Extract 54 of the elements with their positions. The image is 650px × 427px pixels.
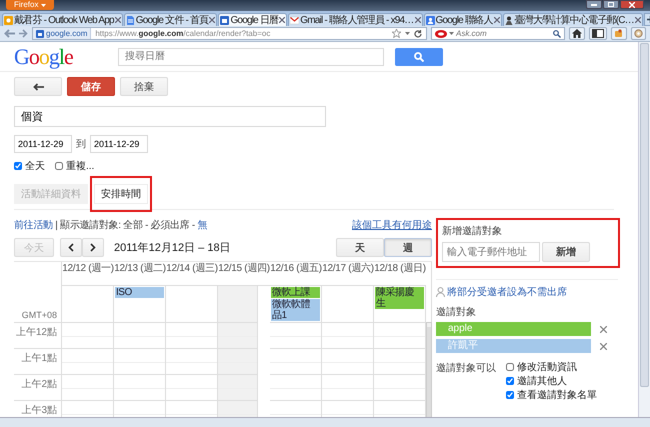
day-header[interactable]: 12/14 (週三) (166, 262, 218, 286)
event-chip[interactable]: 微軟軟體品1 (271, 299, 320, 321)
title-field[interactable]: 個資 (14, 106, 326, 127)
day-header[interactable]: 12/13 (週二) (114, 262, 166, 286)
calendar-cell[interactable]: 陳采揚慶生 (374, 286, 426, 322)
day-header[interactable]: 12/16 (週五) (270, 262, 322, 286)
checkbox-label: 重複... (66, 160, 94, 173)
calendar-cell[interactable]: ISO (114, 286, 166, 322)
day-header[interactable]: 12/12 (週一) (62, 262, 114, 286)
email-field[interactable]: 輸入電子郵件地址 (442, 242, 540, 262)
guests-heading: 邀請對象 (436, 306, 477, 319)
browser-tab[interactable]: 戴君芬 - Outlook Web App (2, 13, 123, 26)
browser-tab[interactable]: Gmail - 聯絡人管理員 - x94… (288, 13, 422, 26)
checkbox-label: 修改活動資訊 (517, 360, 577, 374)
checkbox-label: 查看邀請對象名單 (517, 388, 597, 402)
date-separator: 到 (76, 138, 86, 151)
day-header[interactable]: 12/17 (週六) (322, 262, 374, 286)
save-button[interactable]: 儲存 (67, 77, 115, 96)
tab[interactable]: 安排時間 (94, 184, 148, 204)
event-chip[interactable]: 陳采揚慶生 (375, 287, 424, 309)
checkbox-label: 邀請其他人 (517, 374, 567, 388)
discard-button[interactable]: 捨棄 (120, 77, 168, 96)
hour-label: 上午3點 (21, 404, 57, 417)
checkbox-label: 全天 (25, 160, 45, 173)
help-link[interactable]: 該個工具有何用途 (352, 218, 432, 232)
browser-tab[interactable]: Google 日曆 (218, 13, 288, 26)
browser-tab[interactable]: 臺灣大學計算中心電子郵(C… (502, 13, 643, 26)
event-chip[interactable]: 微軟上課 (271, 287, 320, 298)
field-label: 新增邀請對象 (442, 224, 503, 238)
address-bar[interactable]: google.com https://www.google.com/calendar/render?tab=oc (32, 27, 427, 40)
browser-tab[interactable]: Google 文件 - 首頁 (124, 13, 218, 26)
view-button[interactable]: 週 (384, 238, 432, 257)
hour-label: 上午1點 (21, 352, 57, 366)
guest-filter-text: 前往活動 | 顯示邀請對象: 全部 - 必須出席 - 無 (14, 218, 208, 232)
add-button[interactable]: 新增 (542, 242, 590, 262)
date-range: 2011年12月12日 – 18日 (114, 241, 231, 255)
hour-label: 上午12點 (16, 326, 57, 340)
browser-tab[interactable]: Google 聯絡人 (424, 13, 502, 26)
permissions-label: 邀請對象可以 (436, 362, 496, 376)
search-field[interactable]: 搜尋日曆 (118, 48, 384, 66)
date-field[interactable]: 2011-12-29 (14, 135, 72, 153)
link[interactable]: 無 (197, 220, 208, 231)
google-logo[interactable]: Google (14, 44, 118, 70)
timezone-label: GMT+08 (22, 310, 57, 320)
date-field[interactable]: 2011-12-29 (90, 135, 148, 153)
hour-label: 上午2點 (21, 378, 57, 392)
site-identity-badge[interactable]: google.com (33, 28, 92, 39)
view-button[interactable]: 天 (336, 238, 384, 257)
link[interactable]: 前往活動 (14, 220, 53, 231)
event-chip[interactable]: ISO (115, 287, 164, 298)
calendar-cell[interactable]: 微軟上課 微軟軟體品1 (270, 286, 322, 322)
optional-guests-link[interactable]: 將部分受邀者設為不需出席 (447, 285, 567, 299)
url-text: https://www.google.com/calendar/render?tab=oc (95, 29, 270, 38)
day-header[interactable]: 12/18 (週日) (374, 262, 426, 286)
